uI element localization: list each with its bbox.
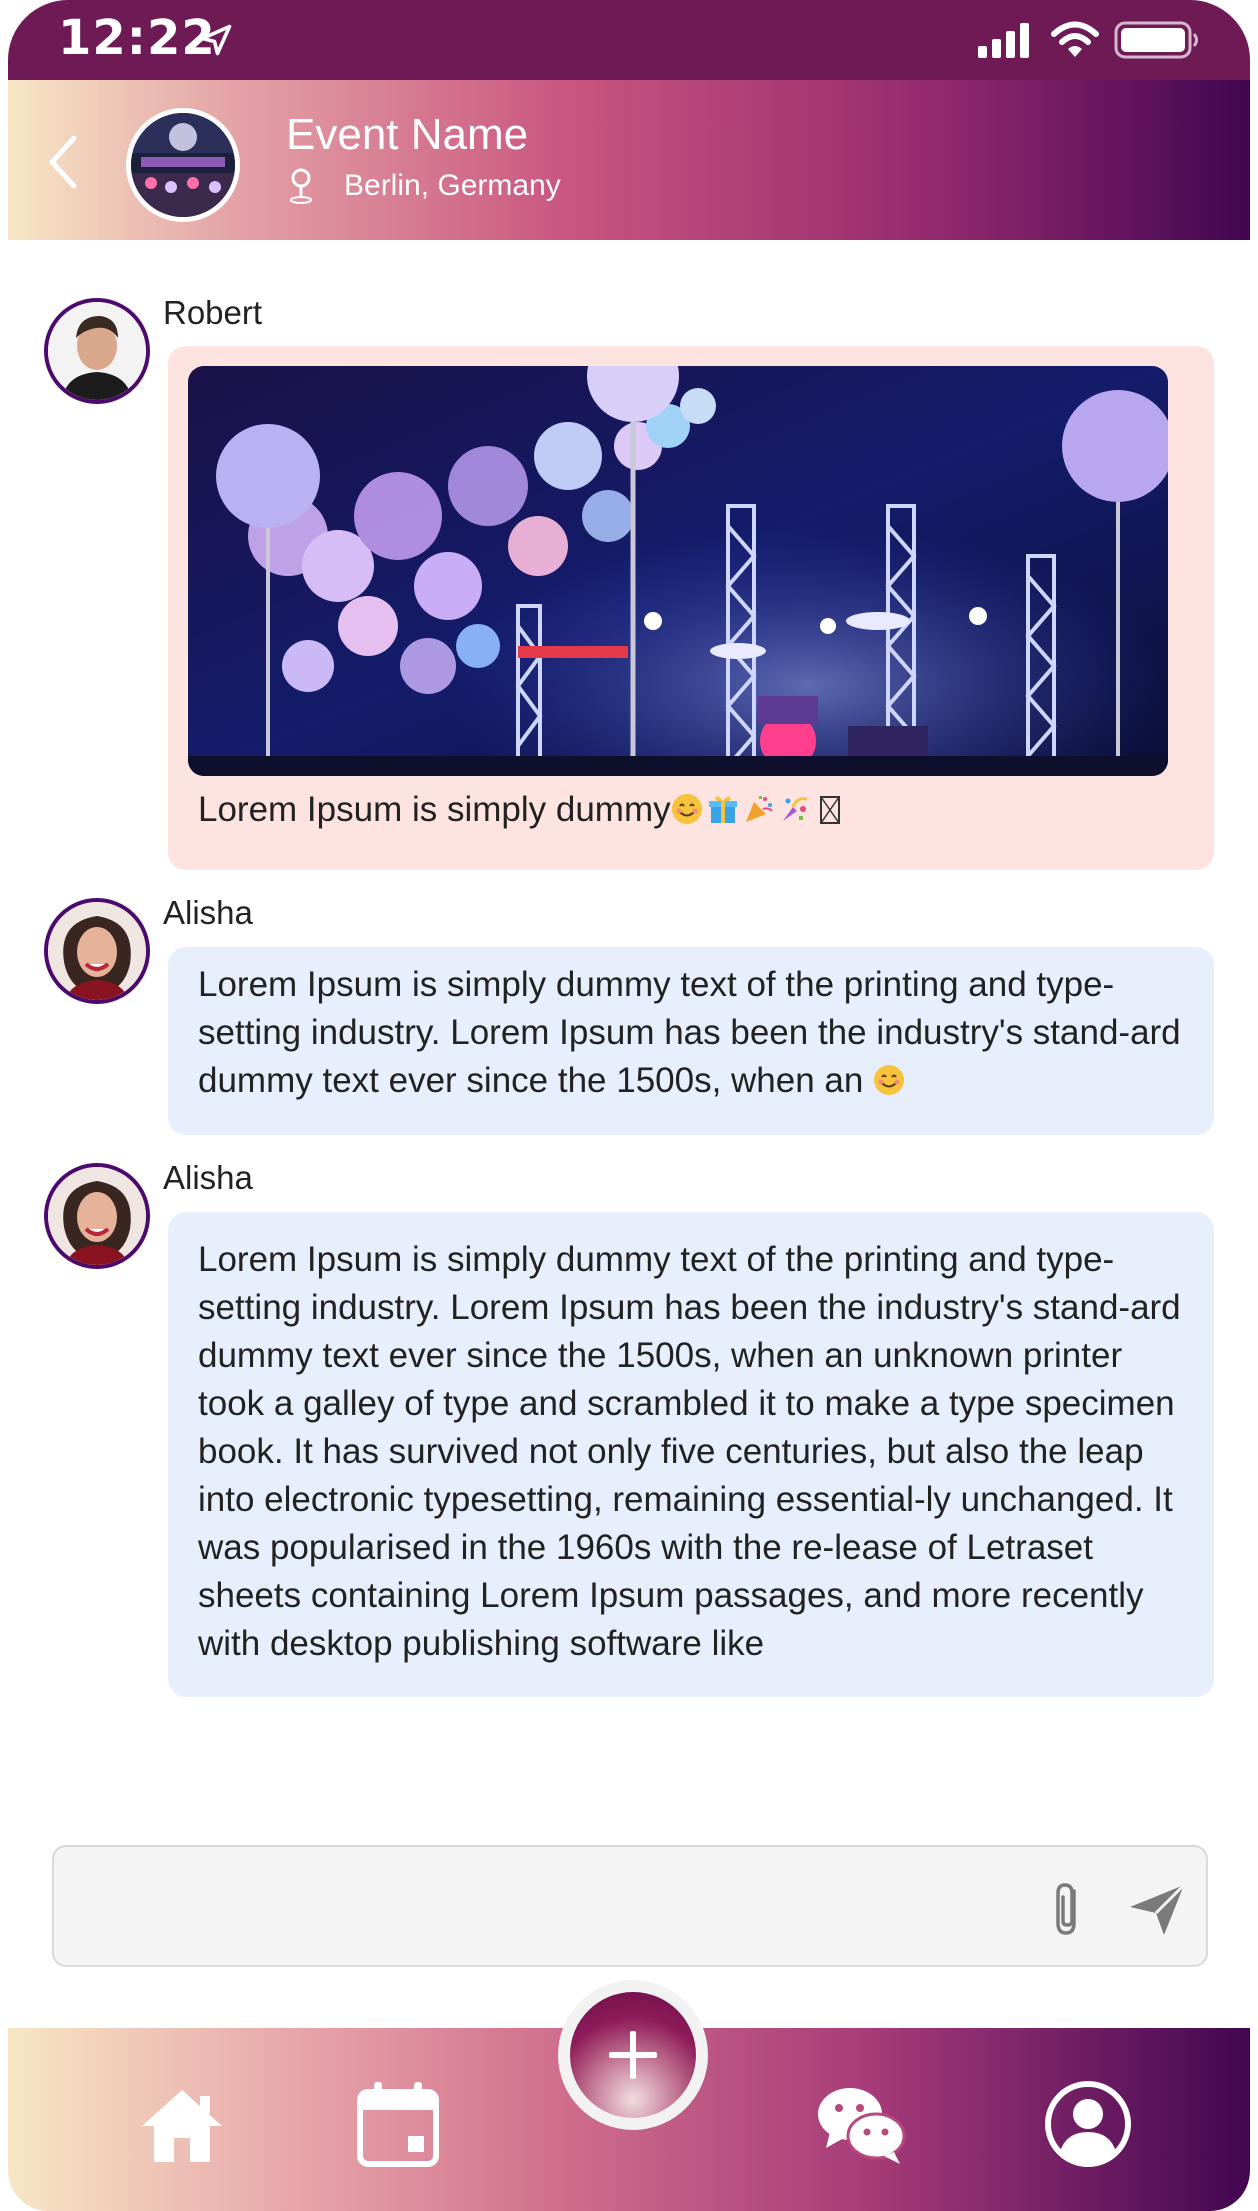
send-icon[interactable] (1124, 1877, 1190, 1941)
event-thumbnail-image (131, 113, 235, 217)
add-button-inner (570, 1992, 696, 2118)
status-time: 12:22 (58, 10, 216, 66)
wifi-icon (1051, 21, 1099, 57)
image-caption-text: Lorem Ipsum is simply dummy (198, 790, 671, 829)
alisha-avatar-image (48, 1167, 146, 1265)
concert-stage-image[interactable] (188, 366, 1168, 776)
event-avatar[interactable] (126, 108, 240, 222)
text-message-bubble[interactable]: Lorem Ipsum is simply dummy text of the … (168, 947, 1214, 1135)
add-button[interactable] (558, 1980, 708, 2130)
text-message-bubble[interactable]: Lorem Ipsum is simply dummy text of the … (168, 1212, 1214, 1697)
missing-glyph-icon (819, 796, 840, 824)
message-text: Lorem Ipsum is simply dummy text of the … (198, 1240, 1181, 1663)
status-bar: 12:22 (8, 0, 1250, 80)
avatar-alisha[interactable] (44, 898, 150, 1004)
event-title: Event Name (286, 110, 529, 159)
calendar-icon[interactable] (350, 2076, 446, 2172)
avatar-robert[interactable] (44, 298, 150, 404)
event-location: Berlin, Germany (288, 168, 561, 204)
paperclip-icon[interactable] (1044, 1877, 1094, 1941)
gift-emoji-icon (708, 796, 737, 823)
message-input[interactable] (74, 1877, 1018, 1939)
signal-icon (978, 23, 1029, 58)
smile-emoji-icon (671, 794, 702, 824)
confetti-emoji-icon (782, 797, 807, 821)
alisha-avatar-image (48, 902, 146, 1000)
message-text: Lorem Ipsum is simply dummy text of the … (198, 965, 1181, 1100)
phone-screen: 12:22 Event Name Berlin, Germany Robert … (8, 0, 1250, 2211)
party-popper-emoji-icon (745, 796, 773, 822)
message-composer (52, 1845, 1208, 1967)
status-indicators (976, 20, 1200, 60)
robert-avatar-image (48, 302, 146, 400)
profile-icon[interactable] (1040, 2076, 1136, 2172)
sender-name: Robert (163, 294, 263, 331)
chat-header: Event Name Berlin, Germany (8, 80, 1250, 240)
map-pin-icon (290, 168, 312, 204)
sender-name: Alisha (163, 1159, 253, 1196)
concert-stage-picture (188, 366, 1168, 776)
location-arrow-icon (200, 24, 232, 56)
smile-emoji-icon (874, 1065, 905, 1095)
event-location-text: Berlin, Germany (344, 169, 561, 202)
sender-name: Alisha (163, 894, 253, 931)
image-message-bubble[interactable]: Lorem Ipsum is simply dummy (168, 346, 1214, 870)
avatar-alisha[interactable] (44, 1163, 150, 1269)
chat-icon[interactable] (814, 2076, 910, 2172)
home-icon[interactable] (134, 2076, 230, 2172)
battery-icon (1114, 21, 1198, 59)
plus-icon (609, 2031, 657, 2079)
back-icon[interactable] (38, 132, 88, 192)
image-caption: Lorem Ipsum is simply dummy (198, 786, 851, 834)
